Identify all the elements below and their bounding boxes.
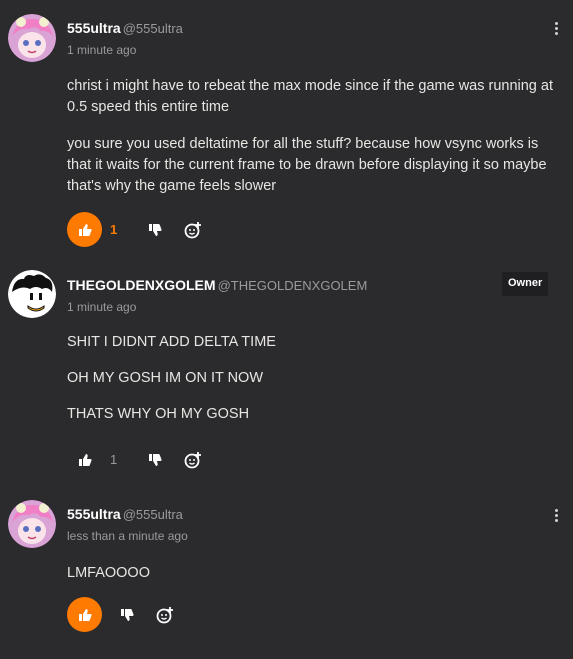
comment-paragraph: OH MY GOSH IM ON IT NOW	[67, 370, 264, 386]
avatar[interactable]	[8, 14, 56, 62]
avatar[interactable]	[8, 500, 56, 548]
timestamp: 1 minute ago	[67, 43, 137, 57]
user-handle: @THEGOLDENXGOLEM	[217, 278, 368, 293]
thumbs-down-icon	[121, 609, 134, 621]
thumbs-down-icon	[149, 224, 162, 236]
comment-paragraph: christ i might have to rebeat the max mo…	[67, 78, 553, 115]
dislike-button[interactable]	[145, 220, 165, 240]
thumbs-up-icon	[78, 453, 92, 466]
kebab-menu-icon[interactable]	[549, 20, 563, 38]
like-count: 1	[110, 222, 118, 237]
username[interactable]: 555ultra @555ultra	[67, 506, 183, 522]
owner-badge: Owner	[502, 272, 549, 296]
thumbs-down-icon	[149, 454, 162, 466]
comment-paragraph: you sure you used deltatime for all the …	[67, 136, 547, 194]
timestamp: less than a minute ago	[67, 529, 188, 543]
dislike-button[interactable]	[117, 605, 137, 625]
add-reaction-button[interactable]	[183, 450, 203, 470]
add-reaction-button[interactable]	[155, 605, 175, 625]
add-reaction-button[interactable]	[183, 220, 203, 240]
user-handle: @555ultra	[122, 507, 183, 522]
like-count: 1	[110, 452, 118, 467]
add-emoji-icon	[184, 452, 201, 469]
user-handle: @555ultra	[122, 21, 183, 36]
thumbs-up-icon	[78, 608, 92, 621]
like-button[interactable]	[67, 442, 102, 477]
like-button[interactable]	[67, 597, 102, 632]
username[interactable]: 555ultra @555ultra	[67, 20, 183, 36]
like-button[interactable]	[67, 212, 102, 247]
thumbs-up-icon	[78, 223, 92, 236]
add-emoji-icon	[184, 222, 201, 239]
comment-paragraph: THATS WHY OH MY GOSH	[67, 406, 250, 422]
dislike-button[interactable]	[145, 450, 165, 470]
add-emoji-icon	[156, 607, 173, 624]
username[interactable]: THEGOLDENXGOLEM @THEGOLDENXGOLEM	[67, 277, 367, 293]
kebab-menu-icon[interactable]	[549, 507, 563, 525]
comment-paragraph: SHIT I DIDNT ADD DELTA TIME	[67, 334, 276, 350]
timestamp: 1 minute ago	[67, 300, 137, 314]
comment-paragraph: LMFAOOOO	[67, 565, 150, 581]
avatar[interactable]	[8, 270, 56, 318]
